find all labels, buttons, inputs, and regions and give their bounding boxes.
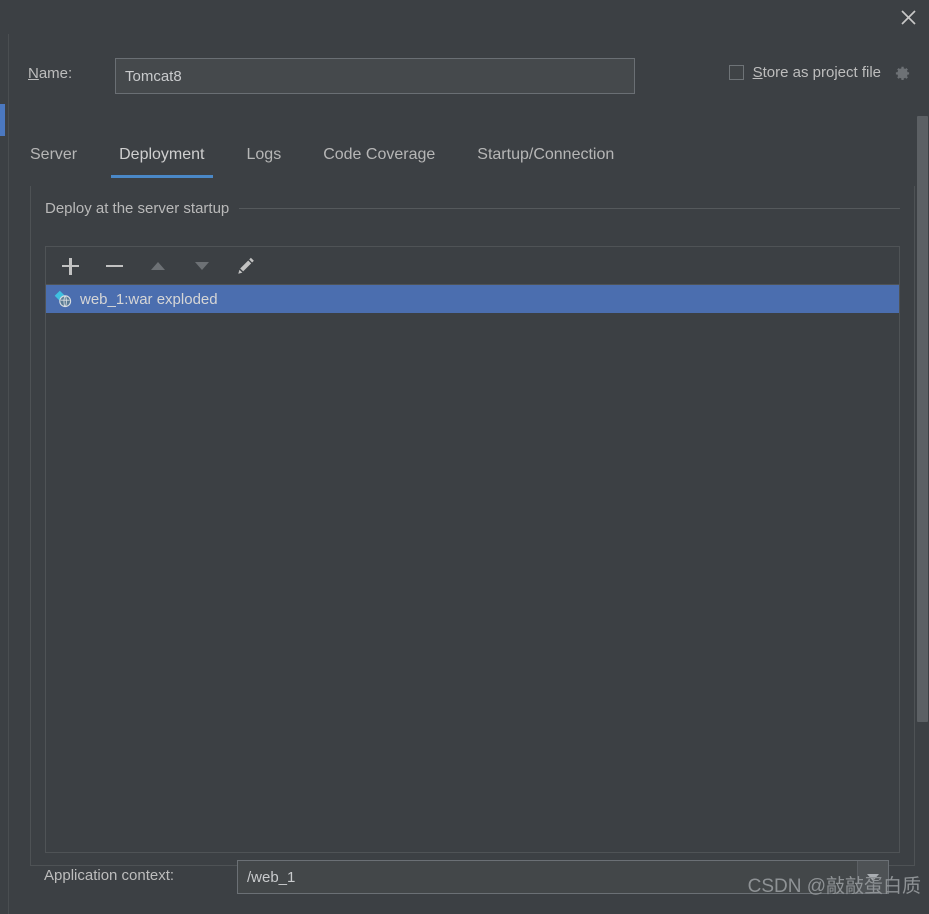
move-up-button[interactable] [146,254,170,278]
watermark: CSDN @敲敲蛋白质 [747,876,921,897]
name-row: Name: Store as project file [0,58,929,94]
deployment-panel: Deploy at the server startup web_1:war e… [30,186,915,866]
tab-code-coverage[interactable]: Code Coverage [323,144,435,178]
vertical-scrollbar[interactable] [916,34,929,914]
run-configuration-dialog: Name: Store as project file Server Deplo… [0,0,929,914]
section-divider [239,207,900,209]
edit-button[interactable] [234,254,258,278]
store-as-project-file-row[interactable]: Store as project file [728,63,911,83]
artifact-icon [54,290,72,308]
deployment-artifacts-list-box: web_1:war exploded [45,246,900,853]
move-down-button[interactable] [190,254,214,278]
store-label-mnemonic: S [752,64,763,81]
dialog-titlebar [0,0,929,34]
name-label-mnemonic: N [28,65,39,82]
left-rail-divider [8,34,9,914]
close-icon[interactable] [893,2,923,32]
add-button[interactable] [58,254,82,278]
name-label: Name: [28,65,72,82]
name-label-rest: ame: [38,65,73,82]
application-context-label: Application context: [44,867,175,884]
vertical-scrollbar-thumb[interactable] [917,116,928,722]
tab-startup-connection[interactable]: Startup/Connection [477,144,614,178]
store-as-project-file-label: Store as project file [753,64,881,81]
tab-deployment[interactable]: Deployment [111,144,213,178]
left-selection-accent [0,104,5,136]
artifact-list-toolbar [46,247,899,285]
remove-button[interactable] [102,254,126,278]
store-as-project-file-checkbox[interactable] [728,65,744,80]
list-item-label: web_1:war exploded [80,290,218,308]
section-title: Deploy at the server startup [45,199,230,217]
list-item[interactable]: web_1:war exploded [46,285,899,313]
tab-logs[interactable]: Logs [247,144,282,178]
tab-server[interactable]: Server [30,144,77,178]
store-label-rest: tore as project file [762,64,881,81]
configuration-tabs: Server Deployment Logs Code Coverage Sta… [30,144,911,182]
name-input[interactable] [115,58,635,94]
gear-icon[interactable] [892,64,911,83]
artifact-list: web_1:war exploded [46,285,899,852]
deploy-at-startup-section-header: Deploy at the server startup [45,198,900,218]
